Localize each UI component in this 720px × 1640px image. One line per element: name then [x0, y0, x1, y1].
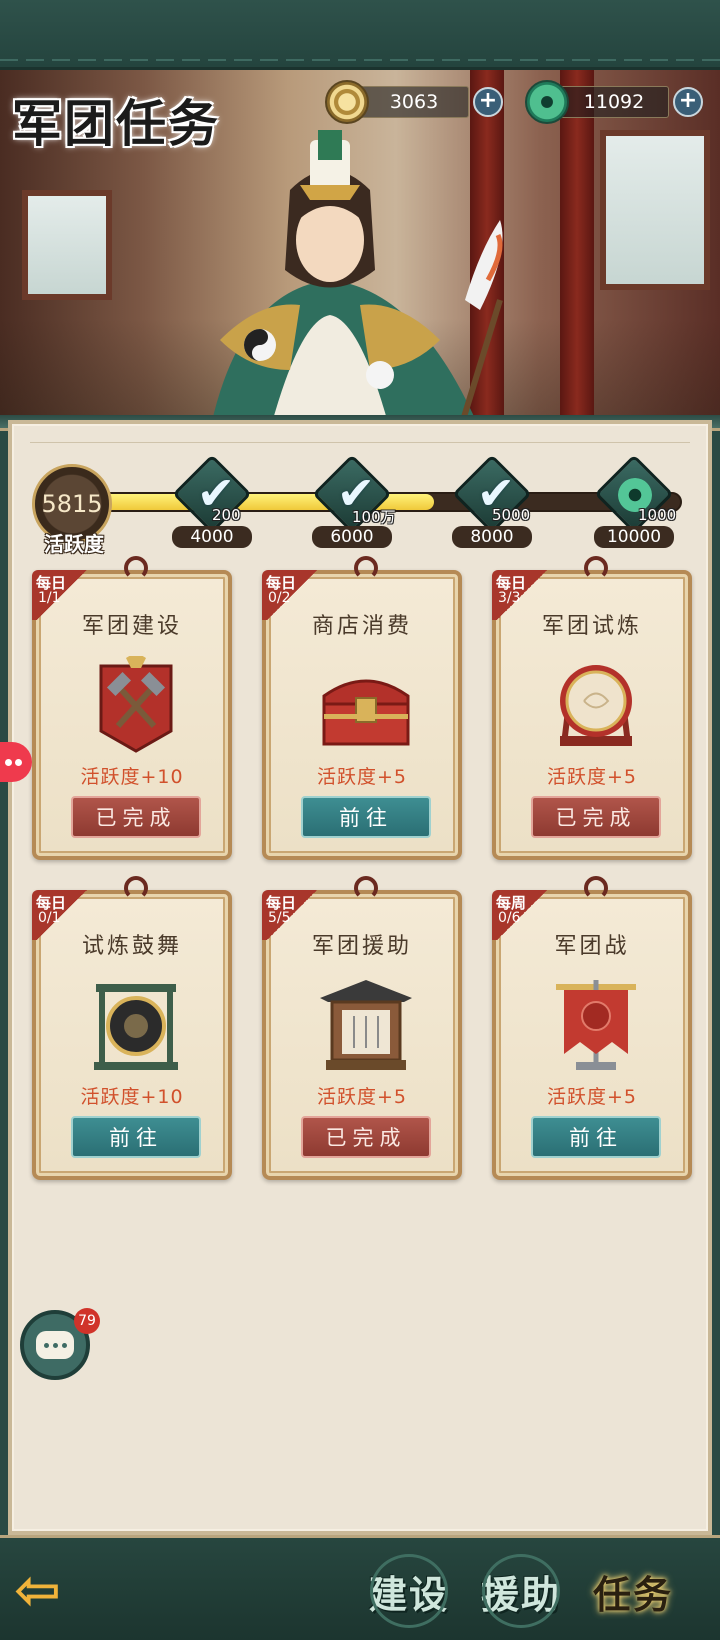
task-points: 活跃度+5	[546, 766, 637, 788]
task-card-guild-war: 每周 0/6 军团战 活跃度+5 前往	[492, 876, 692, 1180]
task-points: 活跃度+5	[316, 1086, 407, 1108]
milestone-threshold: 8000	[452, 526, 532, 548]
milestone-reward: 5000	[492, 506, 531, 524]
bottom-nav: ⇦ 建设 援助 任务	[0, 1535, 720, 1640]
task-count: 1/1	[38, 590, 61, 606]
hero-character-art	[211, 130, 503, 425]
hero-banner: 军团任务 3063 + 11092 +	[0, 70, 720, 425]
task-go-button[interactable]: 前往	[71, 1116, 201, 1158]
tab-label: 任务	[592, 1571, 673, 1617]
task-points: 活跃度+10	[80, 1086, 184, 1108]
divider	[30, 442, 690, 443]
card-hook	[124, 876, 148, 900]
tab-build[interactable]: 建设	[360, 1548, 458, 1634]
coin-icon	[325, 80, 369, 124]
card-hook	[354, 876, 378, 900]
card-hook	[584, 876, 608, 900]
page-title: 军团任务	[12, 94, 220, 153]
task-go-button[interactable]: 前往	[301, 796, 431, 838]
coin-amount: 3063	[359, 86, 469, 118]
add-coin-button[interactable]: +	[473, 87, 503, 117]
tab-ring	[482, 1554, 560, 1628]
jade-currency: 11092 +	[525, 80, 703, 124]
activity-progress: 5815 活跃度 ✔ 200 4000 ✔ 100万 6000 ✔ 5000 8…	[32, 454, 692, 556]
task-title: 军团建设	[81, 614, 182, 639]
task-card-guild-aid: 每日 5/5 军团援助 活跃度+5 已完成	[262, 876, 462, 1180]
task-points: 活跃度+10	[80, 766, 184, 788]
task-count: 5/5	[268, 910, 291, 926]
jade-icon	[525, 80, 569, 124]
task-count: 0/6	[498, 910, 521, 926]
task-title: 商店消费	[311, 614, 412, 639]
top-decor-bar	[0, 0, 720, 70]
milestone-threshold: 10000	[594, 526, 674, 548]
jade-amount: 11092	[559, 86, 669, 118]
milestone-reward: 100万	[352, 508, 396, 526]
milestone-6000[interactable]: ✔ 100万 6000	[312, 454, 396, 552]
task-points: 活跃度+5	[546, 1086, 637, 1108]
coin-currency: 3063 +	[325, 80, 503, 124]
task-title: 军团战	[554, 934, 630, 959]
pillar-decor	[560, 70, 594, 425]
activity-label: 活跃度	[44, 532, 104, 556]
dot-icon	[5, 758, 12, 766]
hammer-banner-icon	[99, 656, 173, 753]
treasure-chest-icon	[322, 679, 410, 746]
chat-icon	[36, 1331, 74, 1359]
card-hook	[354, 556, 378, 580]
task-title: 军团援助	[311, 934, 412, 959]
milestone-reward: 200	[212, 506, 241, 524]
task-title: 军团试炼	[541, 614, 642, 639]
task-completed-button[interactable]: 已完成	[531, 796, 661, 838]
tab-tasks[interactable]: 任务	[584, 1548, 682, 1634]
task-points: 活跃度+5	[316, 766, 407, 788]
tab-aid[interactable]: 援助	[472, 1548, 570, 1634]
task-count: 0/2	[268, 590, 291, 606]
task-go-button[interactable]: 前往	[531, 1116, 661, 1158]
chat-unread-badge: 79	[74, 1308, 100, 1334]
task-card-guild-trial: 每日 3/3 军团试炼 活跃度+5 已完成	[492, 556, 692, 860]
task-completed-button[interactable]: 已完成	[71, 796, 201, 838]
milestone-10000[interactable]: 1000 10000	[594, 454, 677, 552]
task-count: 0/1	[38, 910, 61, 926]
window-decor	[22, 190, 112, 300]
task-completed-button[interactable]: 已完成	[301, 1116, 431, 1158]
milestone-4000[interactable]: ✔ 200 4000	[172, 454, 252, 552]
task-card-trial-inspire: 每日 0/1 试炼鼓舞 活跃度+10 前往	[32, 876, 232, 1180]
tab-ring	[370, 1554, 448, 1628]
window-decor	[600, 130, 710, 290]
task-card-guild-build: 每日 1/1 军团建设 活跃度+10 已完成	[32, 556, 232, 860]
milestone-threshold: 4000	[172, 526, 252, 548]
milestone-threshold: 6000	[312, 526, 392, 548]
dot-icon	[15, 758, 22, 766]
chat-button[interactable]: 79	[20, 1308, 100, 1380]
card-hook	[584, 556, 608, 580]
milestone-reward: 1000	[638, 506, 677, 524]
shrine-icon	[320, 980, 412, 1070]
task-card-shop-spend: 每日 0/2 商店消费 活跃度+5 前往	[262, 556, 462, 860]
card-hook	[124, 556, 148, 580]
task-count: 3/3	[498, 590, 521, 606]
war-drum-icon	[560, 665, 632, 746]
add-jade-button[interactable]: +	[673, 87, 703, 117]
back-arrow-icon[interactable]: ⇦	[14, 1563, 94, 1620]
gong-icon	[94, 984, 178, 1070]
task-title: 试炼鼓舞	[81, 934, 182, 959]
war-flag-icon	[556, 980, 636, 1070]
milestone-8000[interactable]: ✔ 5000 8000	[452, 454, 532, 552]
